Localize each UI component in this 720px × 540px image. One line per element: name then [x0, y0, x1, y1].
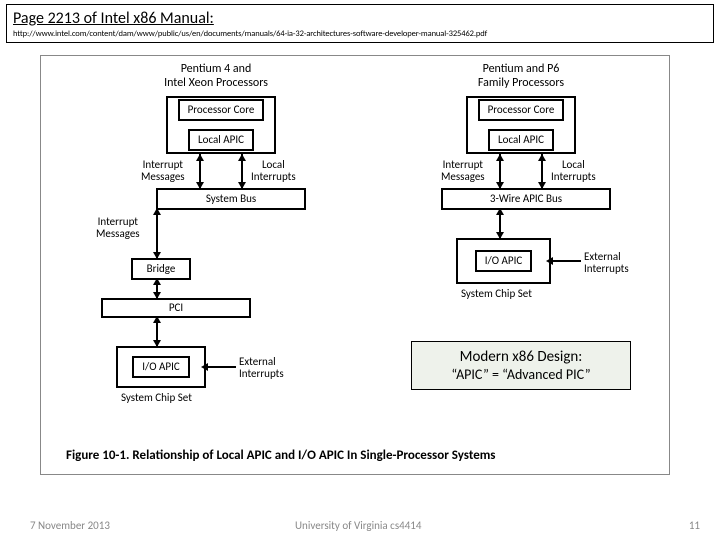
label-interrupt-messages-left-mid: Interrupt Messages	[96, 216, 140, 240]
callout-box: Modern x86 Design: “APIC” = “Advanced PI…	[411, 341, 631, 390]
callout-line1: Modern x86 Design:	[422, 348, 620, 366]
arrow-head	[153, 278, 161, 285]
arrow-head	[153, 340, 161, 347]
left-io-apic: I/O APIC	[132, 356, 189, 378]
right-io-apic-outer: I/O APIC	[456, 238, 551, 284]
arrow-head	[538, 154, 546, 161]
header-url: http://www.intel.com/content/dam/www/pub…	[13, 29, 707, 39]
label-local-interrupts-left: Local Interrupts	[251, 159, 296, 183]
label-interrupt-messages-right: Interrupt Messages	[441, 159, 485, 183]
footer-page: 11	[689, 519, 700, 532]
left-processor-core: Processor Core	[178, 99, 265, 121]
figure-container: Pentium 4 and Intel Xeon Processors Pent…	[40, 55, 670, 475]
label-local-interrupts-right: Local Interrupts	[551, 159, 596, 183]
header-box: Page 2213 of Intel x86 Manual: http://ww…	[6, 4, 714, 43]
label-interrupt-messages-left-top: Interrupt Messages	[141, 159, 185, 183]
label-external-interrupts-left: External Interrupts	[239, 356, 284, 380]
left-pci: PCI	[101, 298, 251, 318]
left-column-title: Pentium 4 and Intel Xeon Processors	[136, 62, 296, 91]
right-processor-box: Processor Core Local APIC	[466, 96, 576, 154]
arrow-line	[206, 366, 236, 368]
arrow-head	[238, 154, 246, 161]
left-processor-box: Processor Core Local APIC	[166, 96, 276, 154]
right-column-title: Pentium and P6 Family Processors	[441, 62, 601, 91]
label-system-chip-set-right: System Chip Set	[461, 288, 532, 300]
right-io-apic: I/O APIC	[475, 250, 532, 272]
arrow-head	[546, 257, 553, 265]
label-external-interrupts-right: External Interrupts	[584, 251, 629, 275]
arrow-head	[153, 316, 161, 323]
footer-center: University of Virginia cs4414	[295, 519, 421, 532]
label-system-chip-set-left: System Chip Set	[121, 392, 192, 404]
arrow-head	[496, 154, 504, 161]
callout-line2: “APIC” = “Advanced PIC”	[422, 366, 620, 383]
footer-date: 7 November 2013	[30, 519, 110, 532]
header-title: Page 2213 of Intel x86 Manual:	[13, 9, 707, 28]
arrow-head	[201, 363, 208, 371]
arrow-head	[153, 208, 161, 215]
right-local-apic: Local APIC	[488, 129, 554, 151]
left-io-apic-outer: I/O APIC	[116, 346, 206, 388]
left-local-apic: Local APIC	[188, 129, 254, 151]
arrow-line	[156, 210, 158, 258]
left-bridge: Bridge	[131, 258, 191, 280]
figure-caption: Figure 10-1. Relationship of Local APIC …	[66, 448, 496, 463]
arrow-head	[496, 208, 504, 215]
right-apic-bus: 3-Wire APIC Bus	[441, 188, 611, 210]
right-processor-core: Processor Core	[478, 99, 565, 121]
left-system-bus: System Bus	[156, 188, 306, 210]
arrow-head	[196, 154, 204, 161]
arrow-line	[551, 260, 581, 262]
